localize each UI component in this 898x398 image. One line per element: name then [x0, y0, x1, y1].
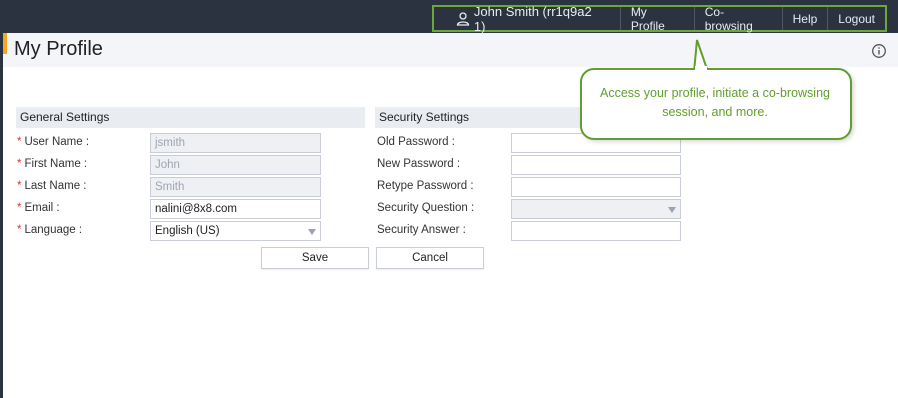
save-button[interactable]: Save	[261, 247, 369, 269]
security-answer-field[interactable]	[511, 221, 681, 241]
tooltip-text: Access your profile, initiate a co-brows…	[600, 86, 830, 119]
email-field[interactable]: nalini@8x8.com	[150, 199, 321, 219]
username-label: * User Name :	[17, 136, 90, 148]
new-password-field[interactable]	[511, 155, 681, 175]
nav-co-browsing[interactable]: Co-browsing	[693, 5, 782, 33]
new-password-label: New Password :	[377, 158, 461, 170]
required-marker: *	[17, 158, 22, 170]
user-menu[interactable]: John Smith (rr1q9a2 1)	[434, 4, 620, 34]
retype-password-field[interactable]	[511, 177, 681, 197]
chevron-down-icon	[308, 229, 316, 235]
cancel-button[interactable]: Cancel	[376, 247, 484, 269]
last-name-field[interactable]: Smith	[150, 177, 321, 197]
old-password-label: Old Password :	[377, 136, 455, 148]
general-settings-header: General Settings	[16, 107, 365, 128]
nav-my-profile[interactable]: My Profile	[619, 5, 694, 33]
title-strip	[3, 33, 898, 67]
top-nav: John Smith (rr1q9a2 1) My Profile Co-bro…	[432, 4, 887, 34]
required-marker: *	[17, 136, 22, 148]
nav-help[interactable]: Help	[781, 7, 828, 30]
callout-pointer-mask	[695, 66, 707, 72]
first-name-field[interactable]: John	[150, 155, 321, 175]
user-icon	[456, 11, 470, 26]
last-name-label: * Last Name :	[17, 180, 87, 192]
title-accent	[3, 33, 7, 54]
language-label: * Language :	[17, 224, 83, 236]
security-answer-label: Security Answer :	[377, 224, 466, 236]
page-title: My Profile	[14, 38, 103, 60]
security-question-label: Security Question :	[377, 202, 475, 214]
required-marker: *	[17, 202, 22, 214]
app-root: John Smith (rr1q9a2 1) My Profile Co-bro…	[0, 0, 898, 398]
first-name-label: * First Name :	[17, 158, 88, 170]
language-value: English (US)	[155, 225, 220, 237]
language-select[interactable]: English (US)	[150, 221, 321, 241]
required-marker: *	[17, 224, 22, 236]
email-label: * Email :	[17, 202, 60, 214]
user-name: John Smith (rr1q9a2 1)	[473, 3, 592, 34]
required-marker: *	[17, 180, 22, 192]
username-field[interactable]: jsmith	[150, 133, 321, 153]
info-icon[interactable]	[871, 43, 887, 59]
chevron-down-icon	[668, 207, 676, 213]
security-question-select[interactable]	[511, 199, 681, 219]
retype-password-label: Retype Password :	[377, 180, 474, 192]
nav-logout[interactable]: Logout	[827, 7, 885, 30]
